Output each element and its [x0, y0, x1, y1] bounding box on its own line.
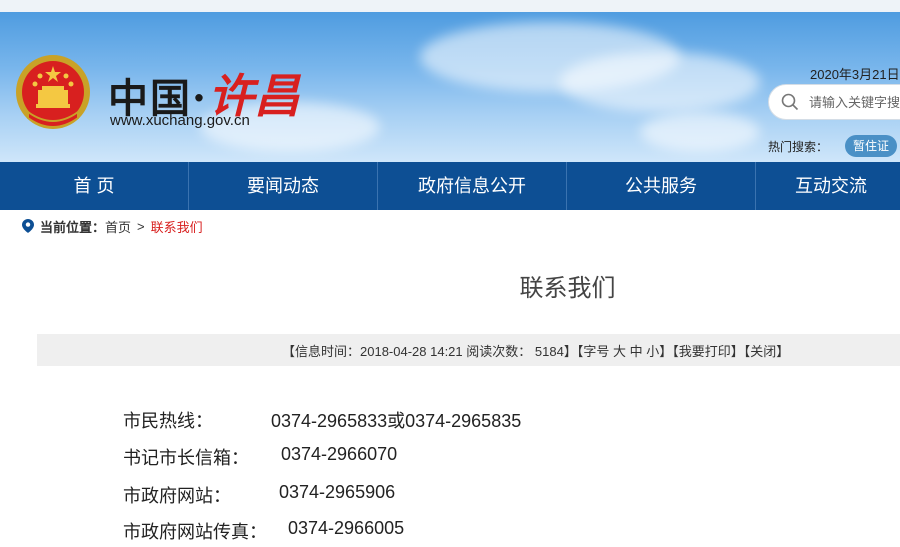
site-url: www.xuchang.gov.cn — [110, 112, 250, 129]
info-font-size-label: 【字号 — [576, 344, 610, 359]
contact-label: 市政府网站： — [123, 486, 231, 506]
location-pin-icon — [22, 219, 34, 233]
national-emblem-icon — [16, 55, 90, 129]
font-size-large-button[interactable]: 大 — [613, 344, 626, 359]
breadcrumb: 当前位置： 首页 > 联系我们 — [22, 216, 203, 236]
page-title: 联系我们 — [519, 274, 616, 302]
contact-label: 市政府网站传真： — [123, 522, 267, 542]
contact-value: 0374-2965906 — [279, 482, 396, 502]
info-time: 【信息时间：2018-04-28 14:21 — [282, 344, 463, 359]
contact-value: 0374-2965833或0374-2965835 — [271, 411, 522, 431]
search-input[interactable] — [807, 93, 900, 111]
nav-item-public-service[interactable]: 公共服务 — [567, 162, 756, 210]
main-nav: 首 页 要闻动态 政府信息公开 公共服务 互动交流 — [0, 162, 900, 210]
cloud-decoration — [640, 112, 760, 152]
contact-row: 市政府网站传真： 0374-2966005 — [123, 518, 404, 544]
cloud-decoration — [560, 52, 760, 112]
nav-item-home[interactable]: 首 页 — [0, 162, 189, 210]
contact-value: 0374-2966005 — [288, 518, 405, 538]
contact-label: 市民热线： — [123, 411, 213, 431]
breadcrumb-current[interactable]: 联系我们 — [151, 217, 203, 236]
breadcrumb-separator: > — [137, 218, 145, 234]
search-box[interactable] — [768, 84, 900, 120]
hot-search-tag[interactable]: 暂住证 — [845, 135, 898, 157]
font-size-medium-button[interactable]: 中 — [630, 344, 643, 359]
hot-search-label: 热门搜索： — [768, 140, 829, 154]
search-icon[interactable] — [781, 93, 799, 111]
article-info: 【信息时间：2018-04-28 14:21 阅读次数： 5184】【字号 大 … — [282, 341, 789, 360]
contact-label: 书记市长信箱： — [123, 448, 249, 468]
info-views-label: 阅读次数： — [466, 344, 532, 359]
close-button[interactable]: 【关闭】 — [744, 344, 790, 359]
print-button[interactable]: 【我要打印】 — [672, 344, 744, 359]
current-date: 2020年3月21日 — [810, 67, 900, 82]
contact-row: 市政府网站： 0374-2965906 — [123, 482, 395, 508]
breadcrumb-home-link[interactable]: 首页 — [105, 217, 131, 236]
nav-item-gov-info[interactable]: 政府信息公开 — [378, 162, 567, 210]
font-size-small-button[interactable]: 小】 — [646, 344, 672, 359]
contact-row: 书记市长信箱： 0374-2966070 — [123, 444, 397, 470]
contact-value: 0374-2966070 — [281, 444, 398, 464]
info-views-count: 5184】 — [534, 344, 577, 359]
nav-item-news[interactable]: 要闻动态 — [189, 162, 378, 210]
breadcrumb-label: 当前位置： — [40, 219, 106, 235]
header-banner: 中国·许昌 www.xuchang.gov.cn 2020年3月21日 热门搜索… — [0, 12, 900, 162]
contact-row: 市民热线： 0374-2965833或0374-2965835 — [123, 407, 521, 433]
nav-item-interaction[interactable]: 互动交流 — [756, 162, 900, 210]
